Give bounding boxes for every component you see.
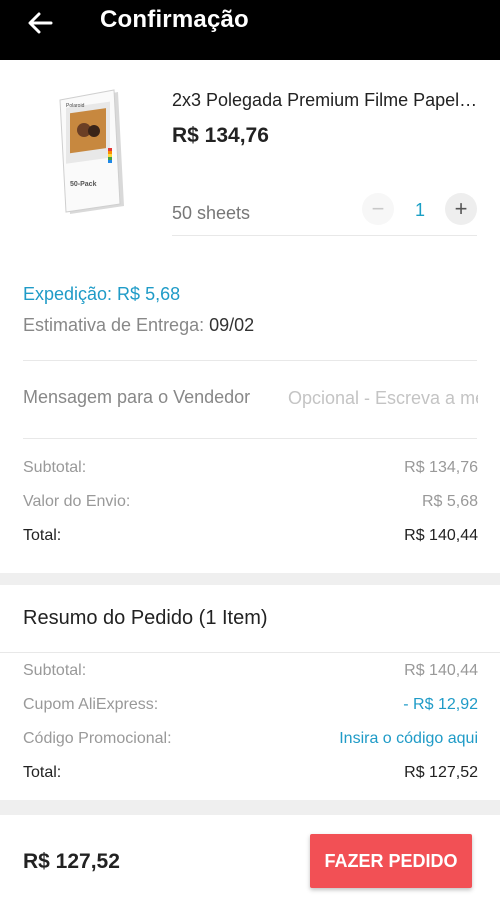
checkout-total: R$ 127,52: [23, 850, 120, 873]
divider: [23, 438, 477, 439]
back-button[interactable]: [20, 8, 60, 38]
svg-text:50-Pack: 50-Pack: [70, 181, 97, 188]
delivery-date: 09/02: [209, 315, 255, 335]
seller-message-input[interactable]: [288, 384, 478, 412]
shipping-cost-label: Valor do Envio:: [23, 493, 131, 510]
svg-text:Polaroid: Polaroid: [66, 103, 85, 109]
summary-total-label: Total:: [23, 764, 62, 781]
subtotal-label: Subtotal:: [23, 459, 87, 476]
section-separator: [0, 800, 500, 815]
order-summary-title: Resumo do Pedido (1 Item): [23, 607, 268, 629]
divider: [23, 360, 477, 361]
product-price: R$ 134,76: [172, 124, 269, 147]
summary-subtotal-label: Subtotal:: [23, 662, 87, 679]
delivery-label: Estimativa de Entrega:: [23, 315, 210, 335]
place-order-button[interactable]: FAZER PEDIDO: [310, 834, 472, 888]
quantity-value: 1: [414, 200, 425, 220]
coupon-label: Cupom AliExpress:: [23, 696, 159, 713]
product-image[interactable]: 50-Pack Polaroid: [50, 88, 130, 218]
quantity-increase-button[interactable]: +: [445, 193, 477, 225]
promo-code-link[interactable]: Insira o código aqui: [339, 730, 478, 748]
divider: [0, 652, 500, 653]
arrow-left-icon: [28, 12, 53, 34]
store-total-value: R$ 140,44: [404, 527, 478, 544]
top-bar: Confirmação: [0, 0, 500, 60]
subtotal-value: R$ 134,76: [404, 459, 478, 476]
product-title[interactable]: 2x3 Polegada Premium Filme Papel Fotográ…: [172, 90, 482, 111]
page-title: Confirmação: [100, 6, 249, 33]
store-total-label: Total:: [23, 527, 62, 544]
delivery-estimate: Estimativa de Entrega: 09/02: [23, 315, 254, 336]
summary-subtotal-value: R$ 140,44: [404, 662, 478, 679]
seller-message-label: Mensagem para o Vendedor: [23, 387, 251, 407]
shipping-fee-link[interactable]: Expedição: R$ 5,68: [23, 284, 180, 305]
coupon-value[interactable]: - R$ 12,92: [403, 696, 478, 714]
shipping-cost-value: R$ 5,68: [421, 493, 478, 510]
checkout-bar: R$ 127,52 FAZER PEDIDO: [0, 815, 500, 901]
promo-code-label: Código Promocional:: [23, 730, 172, 747]
product-variant: 50 sheets: [172, 203, 251, 223]
divider: [172, 235, 477, 236]
product-card: 50-Pack Polaroid 2x3 Polegada Premium Fi…: [0, 60, 500, 236]
summary-total-value: R$ 127,52: [404, 764, 478, 781]
section-separator: [0, 573, 500, 585]
quantity-decrease-button[interactable]: −: [362, 193, 394, 225]
